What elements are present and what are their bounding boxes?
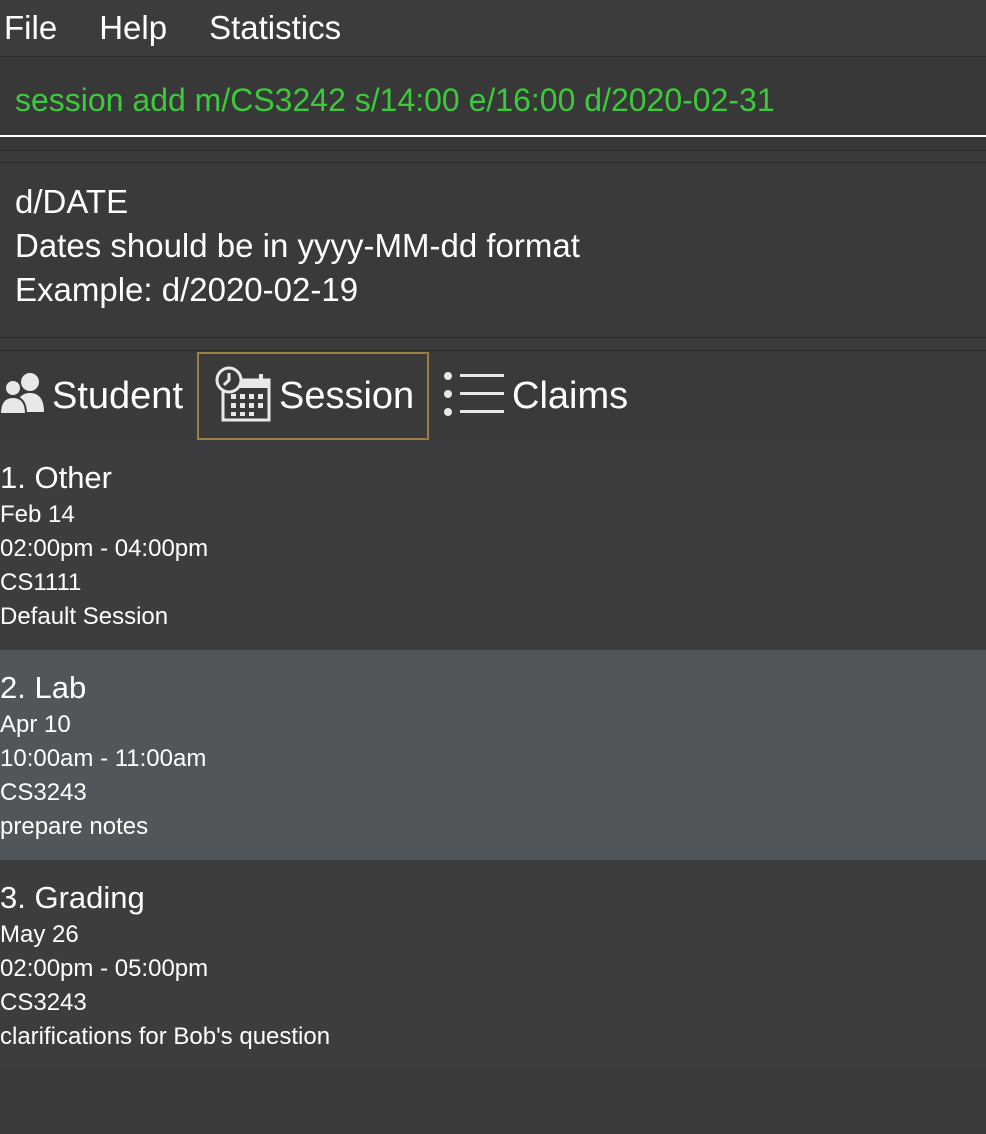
session-time: 10:00am - 11:00am	[0, 745, 207, 772]
tab-student[interactable]: Student	[0, 352, 196, 440]
result-line: Example: d/2020-02-19	[15, 271, 359, 308]
session-date: May 26	[0, 921, 79, 948]
session-description: clarifications for Bob's question	[0, 1023, 331, 1050]
result-line: d/DATE	[15, 183, 129, 220]
tab-session[interactable]: Session	[197, 352, 429, 440]
result-line: Dates should be in yyyy-MM-dd format	[15, 227, 580, 264]
session-time: 02:00pm - 05:00pm	[0, 955, 209, 982]
command-input[interactable]	[0, 65, 986, 137]
session-time: 02:00pm - 04:00pm	[0, 535, 209, 562]
divider	[0, 150, 986, 163]
command-box	[0, 57, 986, 149]
session-calendar-icon	[213, 364, 273, 429]
session-description: Default Session	[0, 603, 169, 630]
divider	[0, 338, 986, 351]
menu-help[interactable]: Help	[99, 4, 167, 52]
app-window: File Help Statistics d/DATE Dates should…	[0, 0, 986, 1134]
session-title: 3. Grading	[0, 880, 145, 915]
tab-claims-label: Claims	[512, 375, 629, 417]
session-module: CS3243	[0, 989, 87, 1016]
menu-bar: File Help Statistics	[0, 0, 986, 57]
session-card[interactable]: 1. Other Feb 14 02:00pm - 04:00pm CS1111…	[0, 440, 986, 650]
menu-statistics[interactable]: Statistics	[209, 4, 341, 52]
session-module: CS3243	[0, 779, 87, 806]
session-card[interactable]: 3. Grading May 26 02:00pm - 05:00pm CS32…	[0, 860, 986, 1070]
tab-student-label: Student	[52, 375, 183, 417]
tab-claims[interactable]: Claims	[440, 352, 660, 440]
result-display: d/DATE Dates should be in yyyy-MM-dd for…	[0, 164, 986, 338]
students-icon	[0, 368, 48, 425]
session-card-selected[interactable]: 2. Lab Apr 10 10:00am - 11:00am CS3243 p…	[0, 650, 986, 860]
list-icon	[442, 370, 508, 423]
session-date: Apr 10	[0, 711, 71, 738]
session-list: 1. Other Feb 14 02:00pm - 04:00pm CS1111…	[0, 440, 986, 1070]
session-title: 2. Lab	[0, 670, 87, 705]
tab-bar: Student Session Claims	[0, 352, 986, 440]
session-module: CS1111	[0, 569, 82, 596]
empty-list-area	[0, 1070, 986, 1134]
tab-session-label: Session	[279, 375, 415, 417]
session-description: prepare notes	[0, 813, 149, 840]
session-date: Feb 14	[0, 501, 75, 528]
session-title: 1. Other	[0, 460, 112, 495]
menu-file[interactable]: File	[4, 4, 57, 52]
